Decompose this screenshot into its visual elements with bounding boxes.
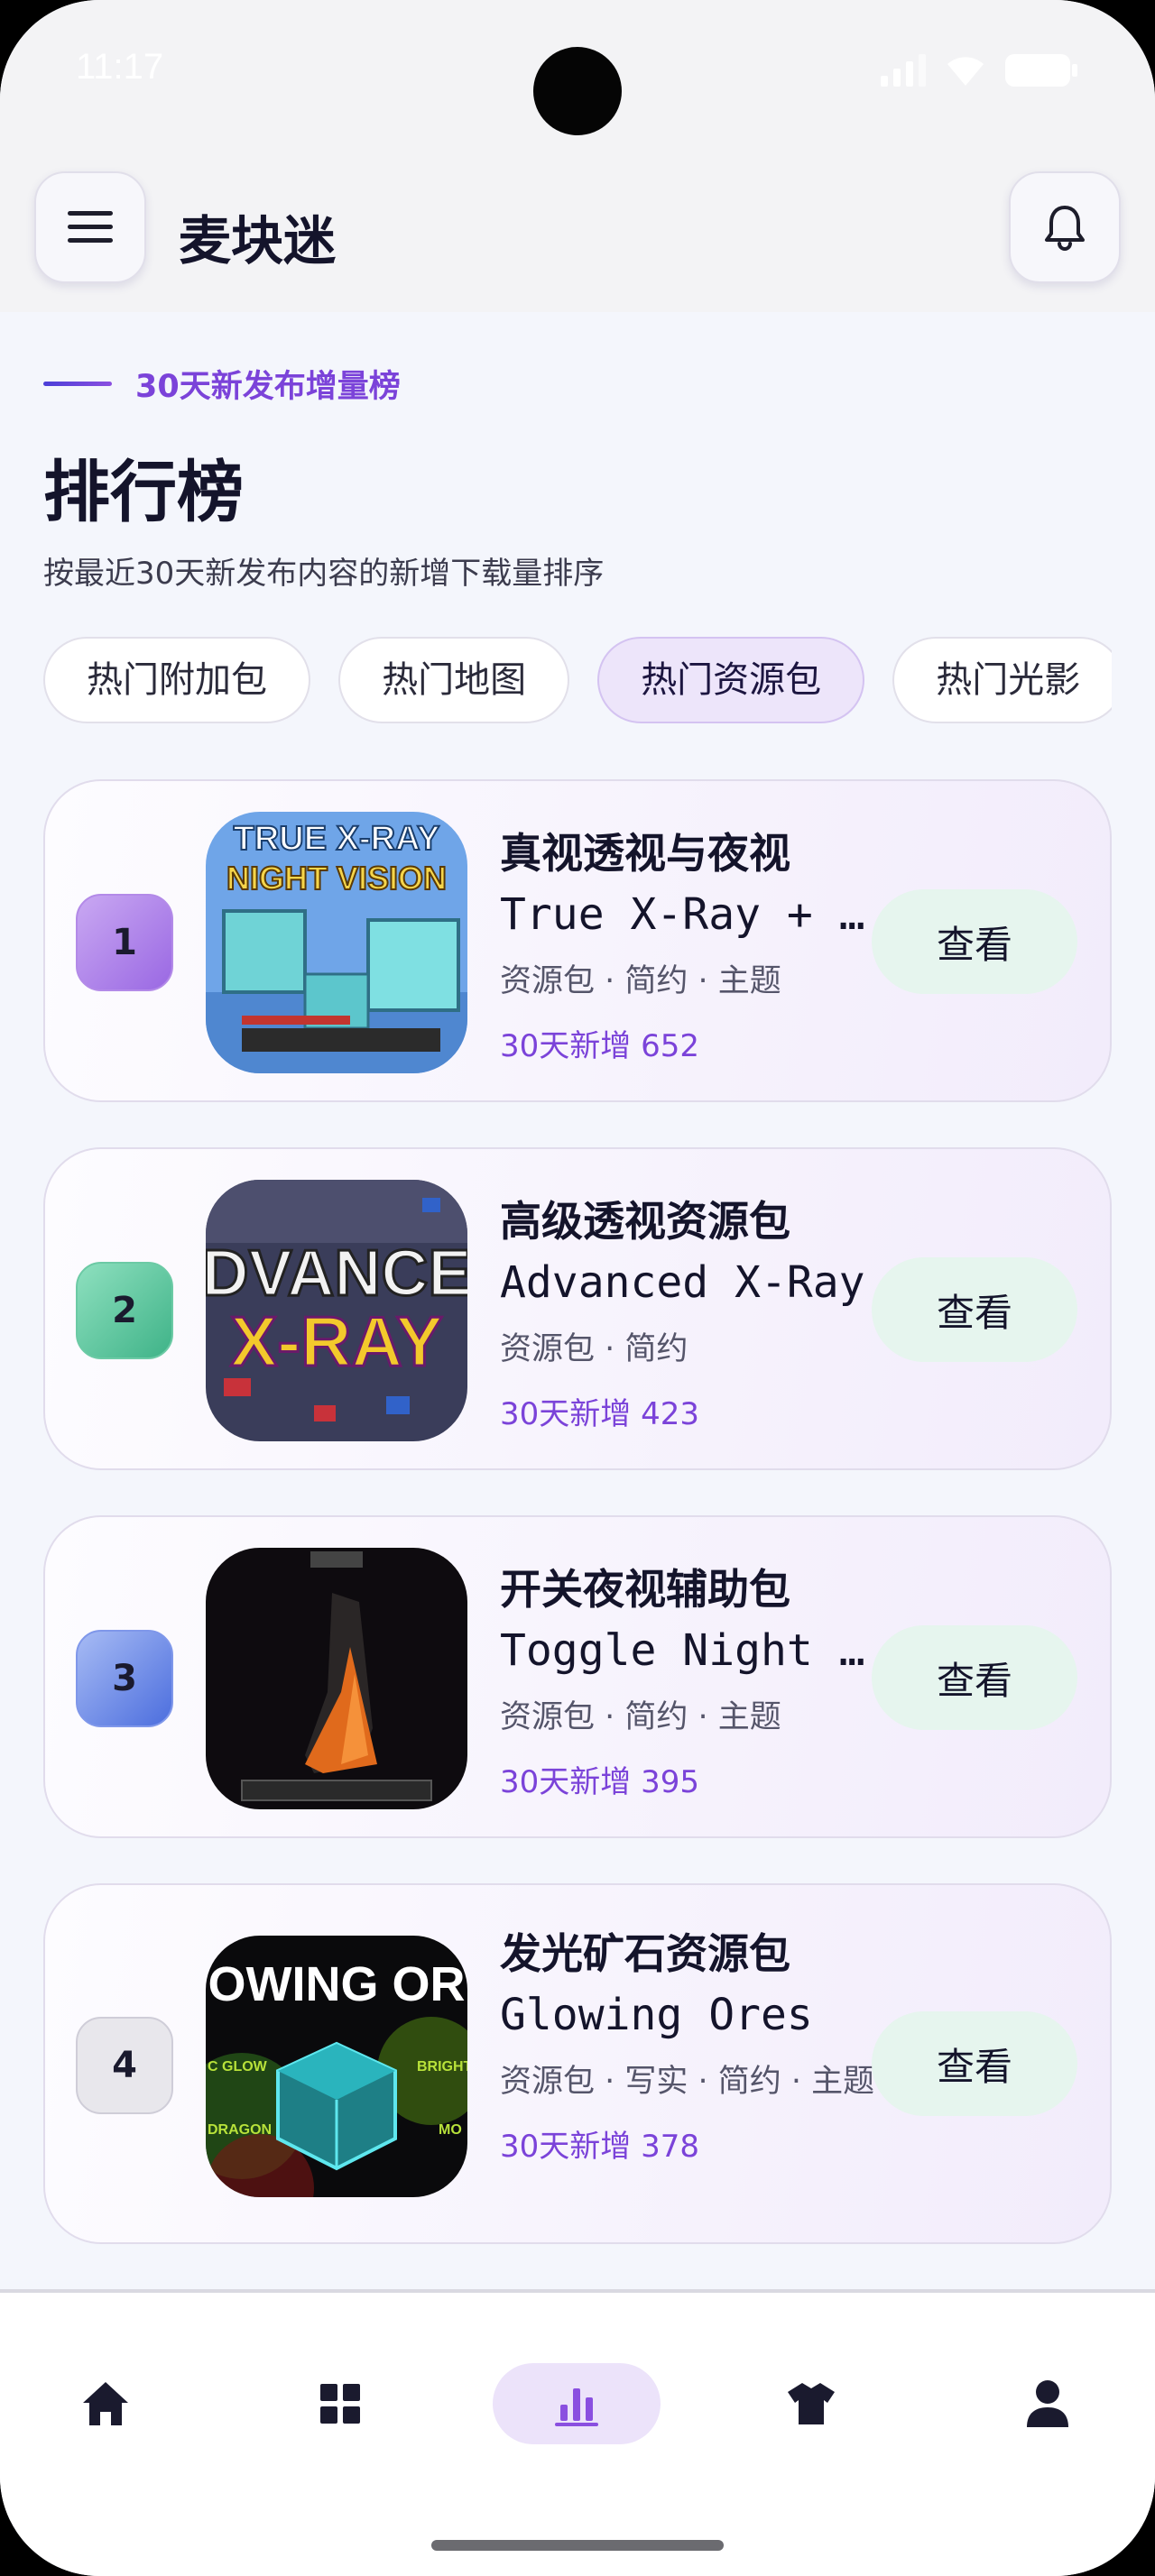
battery-icon [1005,54,1077,87]
hamburger-icon [68,211,113,243]
bottom-nav [0,2293,1155,2576]
bar-chart-icon [555,2388,598,2426]
view-button[interactable]: 查看 [872,2011,1077,2116]
item-tags: 资源包 · 简约 · 主题 [500,963,781,999]
ranking-card[interactable]: 2 DVANCE X-RAY 高级透视资源包 Advanced X-Ray 资源… [43,1147,1112,1470]
thumb-title: OWING OR [208,1957,466,2011]
thumb-label-right-bottom: MO [439,2122,462,2138]
item-thumbnail[interactable]: OWING OR C GLOW DRAGON BRIGHT MO [206,1936,467,2197]
nav-skins[interactable] [727,2363,895,2444]
item-name-en: Advanced X-Ray [500,1257,865,1308]
rank-badge: 4 [76,2017,173,2114]
page-title: 排行榜 [43,454,244,531]
rank-badge: 2 [76,1262,173,1359]
thumb-title: DVANCE [206,1237,467,1310]
eyebrow-text: 30天新发布增量榜 [135,369,401,405]
tab-hot-resource-packs[interactable]: 热门资源包 [597,637,865,723]
notifications-button[interactable] [1009,171,1121,283]
rank-badge: 3 [76,1630,173,1727]
rank-number: 4 [112,2045,137,2086]
item-info: 开关夜视辅助包 Toggle Night Vision 资源包 · 简约 · 主… [500,1557,879,1801]
nav-rankings[interactable] [493,2363,661,2444]
user-icon [1027,2380,1068,2427]
thumb-label-left: C GLOW [208,2059,268,2075]
tab-hot-addons[interactable]: 热门附加包 [43,637,310,723]
grid-icon [320,2384,360,2424]
thumb-subtitle: X-RAY [230,1302,443,1381]
item-info: 发光矿石资源包 Glowing Ores 资源包 · 写实 · 简约 · 主题 … [500,1921,879,2166]
item-info: 真视透视与夜视 True X-Ray + Night Vision 资源包 · … [500,821,879,1065]
status-bar: 11:17 [0,0,1155,162]
nav-home[interactable] [22,2363,189,2444]
item-name-cn: 发光矿石资源包 [500,1929,790,1978]
view-button[interactable]: 查看 [872,1257,1077,1362]
item-growth: 30天新增 423 [500,1396,699,1432]
item-thumbnail[interactable] [206,1548,467,1809]
phone-screen: 11:17 麦块迷 30天新发布增量榜 排行榜 按最近30天新发布内容的新增下载… [0,0,1155,2576]
home-indicator[interactable] [431,2540,724,2551]
status-time: 11:17 [76,47,164,87]
item-name-cn: 真视透视与夜视 [500,829,790,878]
view-button[interactable]: 查看 [872,889,1077,994]
thumbnail-image [206,1548,467,1809]
signal-icon [881,54,926,87]
eyebrow-line [43,382,112,386]
item-tags: 资源包 · 简约 · 主题 [500,1699,781,1735]
shirt-icon [788,2383,835,2424]
ranking-card[interactable]: 1 TRUE X-RAY NIGHT VISION 真视透视与夜视 True X… [43,779,1112,1102]
app-bar: 麦块迷 [0,162,1155,312]
nav-profile[interactable] [964,2363,1132,2444]
item-growth: 30天新增 652 [500,1028,699,1064]
item-growth: 30天新增 395 [500,1764,699,1800]
status-icons [881,52,1079,88]
item-name-cn: 开关夜视辅助包 [500,1565,790,1614]
category-tabs: 热门附加包 热门地图 热门资源包 热门光影 [43,637,1112,727]
thumb-title: TRUE X-RAY [234,820,440,858]
thumb-label-right: BRIGHT [417,2059,467,2075]
tab-hot-maps[interactable]: 热门地图 [338,637,570,723]
rank-number: 3 [112,1658,137,1699]
item-tags: 资源包 · 简约 [500,1331,688,1367]
item-thumbnail[interactable]: DVANCE X-RAY [206,1180,467,1441]
item-growth: 30天新增 378 [500,2129,699,2165]
thumb-label-left-bottom: DRAGON [208,2122,272,2138]
rank-number: 1 [112,922,137,963]
nav-categories[interactable] [256,2363,424,2444]
thumbnail-image: TRUE X-RAY NIGHT VISION [206,812,467,1073]
ranking-card[interactable]: 3 开关夜视辅助包 Toggle Night Vision 资源包 · 简约 ·… [43,1515,1112,1838]
item-name-en: Toggle Night Vision [500,1625,879,1676]
item-info: 高级透视资源包 Advanced X-Ray 资源包 · 简约 30天新增 42… [500,1189,879,1433]
ranking-card[interactable]: 4 OWING OR C GLOW DRAGON BRIGHT MO 发光矿石资… [43,1883,1112,2244]
item-tags: 资源包 · 写实 · 简约 · 主题 [500,2064,875,2100]
menu-button[interactable] [34,171,146,283]
front-camera [533,47,622,135]
app-title: 麦块迷 [179,210,337,271]
rank-badge: 1 [76,894,173,991]
item-name-en: Glowing Ores [500,1990,813,2040]
page-subtitle: 按最近30天新发布内容的新增下载量排序 [43,556,605,592]
item-name-en: True X-Ray + Night Vision [500,889,879,940]
rank-number: 2 [112,1290,137,1331]
item-thumbnail[interactable]: TRUE X-RAY NIGHT VISION [206,812,467,1073]
view-button[interactable]: 查看 [872,1625,1077,1730]
wifi-icon [947,57,984,86]
home-icon [83,2382,128,2425]
item-name-cn: 高级透视资源包 [500,1197,790,1246]
thumbnail-image: OWING OR C GLOW DRAGON BRIGHT MO [206,1936,467,2197]
tab-hot-shaders[interactable]: 热门光影 [892,637,1112,723]
section-eyebrow: 30天新发布增量榜 [43,361,401,407]
bell-icon [1045,206,1085,251]
thumbnail-image: DVANCE X-RAY [206,1180,467,1441]
thumb-subtitle: NIGHT VISION [226,860,447,897]
